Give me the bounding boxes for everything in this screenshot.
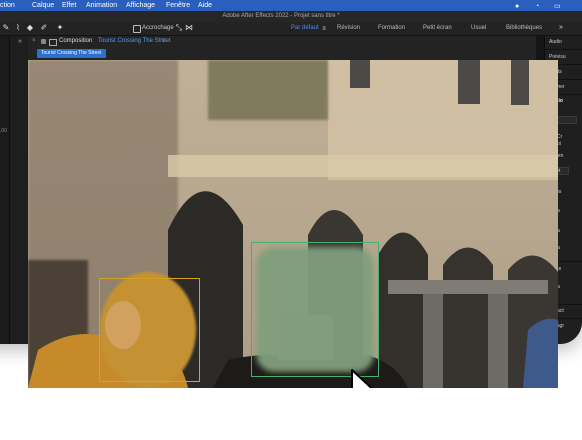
collapse-panel-icon[interactable]: » — [16, 38, 24, 46]
panel-menu-icon[interactable]: ≡ — [162, 36, 166, 47]
composition-name[interactable]: Tourist Crossing The Street — [98, 36, 171, 47]
time-tick: ,00 — [0, 128, 7, 134]
snapping-label: Accrochage — [142, 25, 174, 31]
tools-panel: ✎ ⌇ ◆ ✐ ✦ Accrochage ⤡ ⋈ Par défaut ≡ Ré… — [0, 22, 582, 36]
brush-tool-icon[interactable]: ✎ — [2, 24, 10, 32]
blurred-face — [256, 247, 374, 372]
menu-bar: ction Calque Effet Animation Affichage F… — [0, 0, 582, 11]
mouse-pointer-icon — [351, 369, 373, 388]
panel-audio[interactable]: Audio — [549, 39, 562, 45]
lock-icon[interactable] — [41, 39, 46, 44]
composition-panel-header: × Composition Tourist Crossing The Stree… — [28, 36, 538, 60]
eraser-tool-icon[interactable]: ◆ — [26, 24, 34, 32]
menu-item-calque[interactable]: Calque — [32, 0, 54, 11]
menu-item-ction[interactable]: ction — [0, 0, 15, 11]
menu-item-fenetre[interactable]: Fenêtre — [166, 0, 190, 11]
menu-item-aide[interactable]: Aide — [198, 0, 212, 11]
workspace-learn[interactable]: Formation — [378, 22, 405, 35]
puppet-tool-icon[interactable]: ✦ — [56, 24, 64, 32]
workspace-standard[interactable]: Usuel — [471, 22, 486, 35]
composition-panel-label: Composition — [59, 38, 93, 44]
workspace-default[interactable]: Par défaut — [291, 22, 319, 35]
composition-tab[interactable]: × Composition Tourist Crossing The Stree… — [28, 36, 538, 47]
snapping-checkbox[interactable] — [133, 25, 141, 33]
roto-brush-tool-icon[interactable]: ✐ — [40, 24, 48, 32]
composition-sub-tab[interactable]: Tourist Crossing The Street — [37, 49, 106, 58]
close-icon[interactable]: × — [32, 36, 36, 47]
window-title: Adobe After Effects 2022 - Projet sans t… — [0, 11, 582, 22]
blur-tracking-box[interactable] — [251, 242, 379, 377]
library-search-input[interactable] — [557, 116, 577, 124]
divider — [545, 49, 582, 50]
timeline-left-panel: ,00 — [0, 36, 10, 344]
menu-item-animation[interactable]: Animation — [86, 0, 117, 11]
clone-stamp-tool-icon[interactable]: ⌇ — [14, 24, 22, 32]
workspace-libraries[interactable]: Bibliothèques — [506, 22, 542, 35]
snap-magnet-icon[interactable]: ⋈ — [185, 24, 193, 32]
snap-options-icon[interactable]: ⤡ — [175, 24, 183, 32]
workspace-review[interactable]: Révision — [337, 22, 360, 35]
workspace-small-screen[interactable]: Petit écran — [423, 22, 452, 35]
menu-item-affichage[interactable]: Affichage — [126, 0, 155, 11]
workspace-menu-icon[interactable]: ≡ — [320, 25, 328, 33]
expand-workspaces-icon[interactable]: » — [557, 24, 565, 32]
pixelate-tracking-box[interactable] — [99, 278, 200, 382]
menu-item-effet[interactable]: Effet — [62, 0, 76, 11]
composition-icon — [49, 39, 57, 46]
composition-viewer[interactable] — [28, 60, 558, 388]
